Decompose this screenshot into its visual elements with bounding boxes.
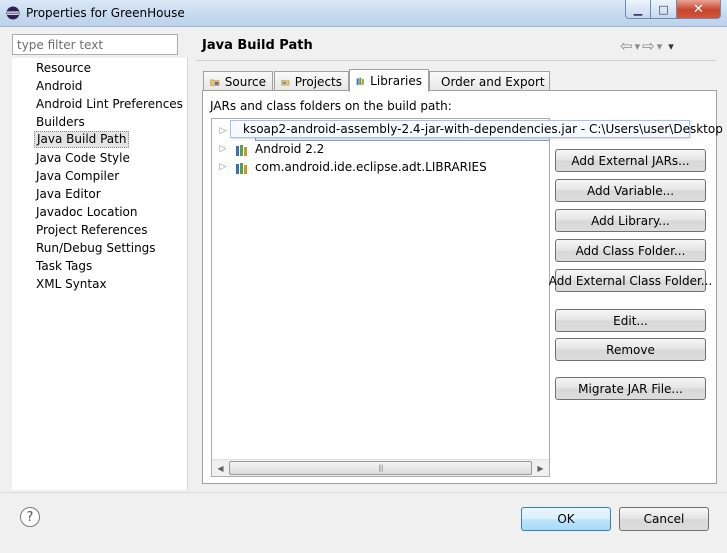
nav-item-run-debug-settings[interactable]: Run/Debug Settings <box>34 240 158 257</box>
build-path-lead-text: JARs and class folders on the build path… <box>210 99 452 113</box>
scroll-right-icon[interactable]: ▶ <box>532 460 549 476</box>
jar-path-tooltip: 010 ksoap2-android-assembly-2.4-jar-with… <box>230 120 723 138</box>
nav-item-xml-syntax[interactable]: XML Syntax <box>34 276 109 293</box>
header-separator <box>196 60 716 61</box>
eclipse-icon <box>6 6 20 20</box>
ok-button[interactable]: OK <box>521 507 611 531</box>
expand-arrow-icon[interactable]: ▷ <box>218 159 228 176</box>
nav-item-android-lint-preferences[interactable]: Android Lint Preferences <box>34 96 185 113</box>
help-icon[interactable]: ? <box>20 507 40 527</box>
nav-item-task-tags[interactable]: Task Tags <box>34 258 94 275</box>
migrate-jar-file-button[interactable]: Migrate JAR File... <box>555 377 706 400</box>
tab-libraries-label: Libraries <box>370 74 422 88</box>
back-dropdown-icon[interactable]: ▾ <box>635 40 641 53</box>
tab-order-and-export-label: Order and Export <box>441 74 545 89</box>
expand-arrow-icon[interactable]: ▷ <box>218 123 228 140</box>
horizontal-scrollbar[interactable]: ◀ ||| ▶ <box>212 459 549 476</box>
window-controls: ▁ □ ✕ <box>625 0 721 19</box>
maximize-icon: □ <box>658 2 669 16</box>
edit-button[interactable]: Edit... <box>555 309 706 332</box>
nav-item-builders[interactable]: Builders <box>34 114 87 131</box>
source-folder-icon <box>210 79 220 86</box>
nav-item-java-code-style[interactable]: Java Code Style <box>34 150 132 167</box>
title-bar: Properties for GreenHouse ▁ □ ✕ <box>0 0 727 27</box>
cancel-button[interactable]: Cancel <box>619 507 709 531</box>
tooltip-text: ksoap2-android-assembly-2.4-jar-with-dep… <box>243 122 723 136</box>
tab-projects-label: Projects <box>294 74 342 89</box>
add-library-button[interactable]: Add Library... <box>555 209 706 232</box>
forward-dropdown-icon[interactable]: ▾ <box>657 40 663 53</box>
library-item-label: com.android.ide.eclipse.adt.LIBRARIES <box>255 160 487 174</box>
forward-arrow-icon[interactable]: ⇨ <box>642 37 655 55</box>
tab-source-label: Source <box>224 74 266 89</box>
library-item-android-2-2[interactable]: ▷ Android 2.2 <box>218 141 325 158</box>
page-navigation: ⇦ ▾ ⇨ ▾ ▾ <box>620 37 674 55</box>
expand-arrow-icon[interactable]: ▷ <box>218 141 228 158</box>
nav-item-java-build-path[interactable]: Java Build Path <box>34 131 130 148</box>
footer-separator <box>0 492 727 493</box>
projects-folder-icon <box>281 79 290 85</box>
nav-item-resource[interactable]: Resource <box>34 60 93 77</box>
nav-item-project-references[interactable]: Project References <box>34 222 150 239</box>
page-title: Java Build Path <box>202 38 313 53</box>
tab-source[interactable]: Source <box>203 71 273 91</box>
minimize-button[interactable]: ▁ <box>625 0 651 19</box>
nav-item-java-compiler[interactable]: Java Compiler <box>34 168 121 185</box>
add-class-folder-button[interactable]: Add Class Folder... <box>555 239 706 262</box>
close-icon: ✕ <box>693 1 704 17</box>
library-tree: ▷ 010 ksoap2-android-assembly-2.4-jar-wi… <box>211 118 550 477</box>
scrollbar-thumb[interactable]: ||| <box>229 461 532 475</box>
properties-nav-tree: Resource Android Android Lint Preference… <box>12 58 188 490</box>
add-external-class-folder-button[interactable]: Add External Class Folder... <box>549 269 712 292</box>
back-arrow-icon[interactable]: ⇦ <box>620 37 633 55</box>
remove-button[interactable]: Remove <box>555 338 706 361</box>
add-variable-button[interactable]: Add Variable... <box>555 179 706 202</box>
minimize-icon: ▁ <box>633 2 643 16</box>
library-icon <box>236 144 247 156</box>
close-button[interactable]: ✕ <box>677 0 721 19</box>
view-menu-icon[interactable]: ▾ <box>668 40 674 53</box>
library-item-adt-libraries[interactable]: ▷ com.android.ide.eclipse.adt.LIBRARIES <box>218 159 487 176</box>
add-external-jars-button[interactable]: Add External JARs... <box>555 149 706 172</box>
library-item-label: Android 2.2 <box>255 142 325 156</box>
nav-item-javadoc-location[interactable]: Javadoc Location <box>34 204 139 221</box>
nav-item-android[interactable]: Android <box>34 78 84 95</box>
tab-projects[interactable]: Projects <box>274 71 349 91</box>
nav-item-java-editor[interactable]: Java Editor <box>34 186 103 203</box>
tab-order-and-export[interactable]: Order and Export <box>429 71 550 91</box>
window-title: Properties for GreenHouse <box>26 6 185 20</box>
libraries-icon <box>356 77 364 85</box>
library-icon <box>236 162 247 174</box>
maximize-button[interactable]: □ <box>651 0 677 19</box>
tab-libraries[interactable]: Libraries <box>349 69 429 92</box>
filter-input[interactable] <box>12 34 178 55</box>
scroll-left-icon[interactable]: ◀ <box>212 460 229 476</box>
